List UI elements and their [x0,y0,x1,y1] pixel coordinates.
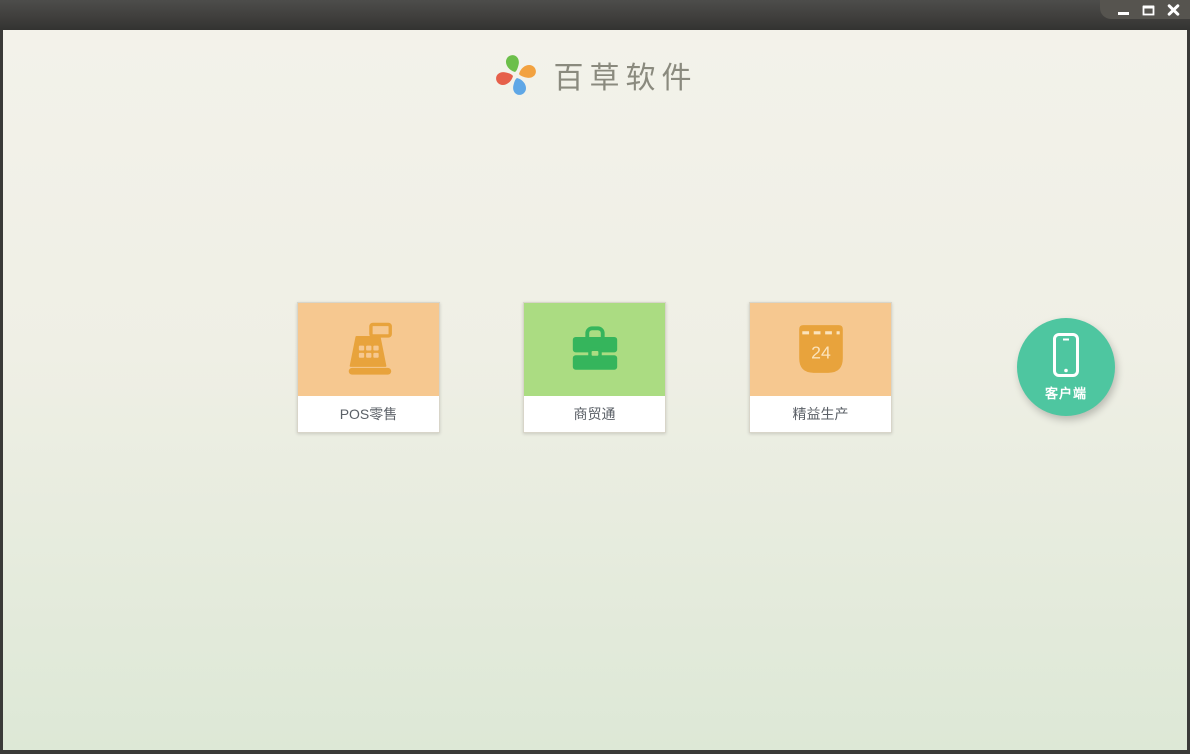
product-label-trade: 商贸通 [524,396,665,432]
product-label-pos: POS零售 [298,396,439,432]
minimize-icon [1118,11,1129,15]
briefcase-icon [572,326,617,370]
cash-register-icon [348,322,392,375]
maximize-button[interactable] [1141,3,1156,17]
product-card-trade[interactable]: 商贸通 [523,302,666,433]
product-tile-lean: 24 [750,303,891,396]
product-card-lean[interactable]: 24 精益生产 [749,302,892,433]
minimize-button[interactable] [1116,3,1131,17]
product-card-pos[interactable]: POS零售 [297,302,440,433]
window-controls-tab [1100,0,1190,19]
close-button[interactable] [1166,3,1181,17]
pinwheel-logo-icon [495,55,536,95]
titlebar[interactable] [0,0,1190,30]
app-title: 百草软件 [553,61,698,96]
product-tile-trade [524,303,665,396]
calendar-day-number: 24 [811,342,831,362]
calendar-icon: 24 [798,324,843,373]
smartphone-icon [1053,333,1079,377]
brand-header: 百草软件 [3,52,1187,98]
client-button[interactable]: 客户端 [1017,318,1115,416]
maximize-icon [1142,5,1155,15]
product-label-lean: 精益生产 [750,396,891,432]
close-icon [1167,3,1180,16]
product-tile-pos [298,303,439,396]
app-window-frame: 百草软件 POS零售 商贸通 24 精益生产 客户端 [0,0,1190,754]
client-button-label: 客户端 [1044,386,1087,401]
main-content: 百草软件 POS零售 商贸通 24 精益生产 客户端 [3,30,1187,750]
